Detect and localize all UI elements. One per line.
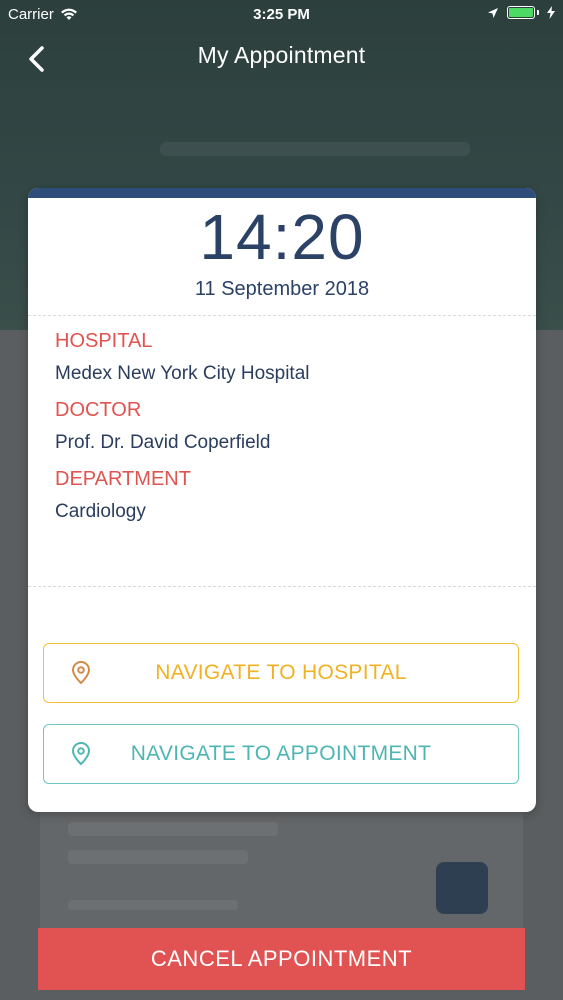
location-arrow-icon	[488, 7, 498, 18]
navigate-to-appointment-label: NAVIGATE TO APPOINTMENT	[130, 742, 432, 765]
cancel-appointment-button[interactable]: CANCEL APPOINTMENT	[38, 928, 525, 990]
navigate-to-hospital-label: NAVIGATE TO HOSPITAL	[155, 661, 407, 684]
charging-icon	[547, 6, 555, 19]
page-title: My Appointment	[197, 42, 366, 68]
dashed-divider	[28, 586, 536, 587]
status-bar: Carrier 3:25 PM	[0, 0, 563, 30]
doctor-value: Prof. Dr. David Coperfield	[55, 432, 271, 453]
appointment-time: 14:20	[199, 201, 365, 273]
background-line	[68, 900, 238, 910]
map-pin-icon	[71, 661, 91, 685]
navigate-to-hospital-button[interactable]: NAVIGATE TO HOSPITAL	[43, 643, 519, 703]
doctor-label: DOCTOR	[55, 399, 142, 421]
cancel-appointment-label: CANCEL APPOINTMENT	[150, 946, 413, 971]
hospital-label: HOSPITAL	[55, 330, 153, 352]
appointment-date: 11 September 2018	[194, 278, 370, 300]
status-right-group	[487, 6, 555, 19]
background-blurred-text	[160, 142, 470, 156]
navigate-to-appointment-button[interactable]: NAVIGATE TO APPOINTMENT	[43, 724, 519, 784]
card-accent-bar	[28, 188, 536, 198]
battery-icon	[507, 6, 535, 19]
status-time: 3:25 PM	[253, 6, 310, 23]
appointment-details: HOSPITAL Medex New York City Hospital DO…	[28, 316, 536, 586]
department-value: Cardiology	[55, 501, 146, 522]
background-line	[68, 850, 248, 864]
background-line	[68, 822, 278, 836]
department-label: DEPARTMENT	[55, 468, 191, 490]
background-fab	[436, 862, 488, 914]
navigation-bar: My Appointment	[0, 30, 563, 84]
hospital-value: Medex New York City Hospital	[55, 363, 310, 384]
appointment-card: 14:20 11 September 2018 HOSPITAL Medex N…	[28, 188, 536, 812]
battery-cap	[537, 10, 539, 15]
map-pin-icon	[71, 742, 91, 766]
